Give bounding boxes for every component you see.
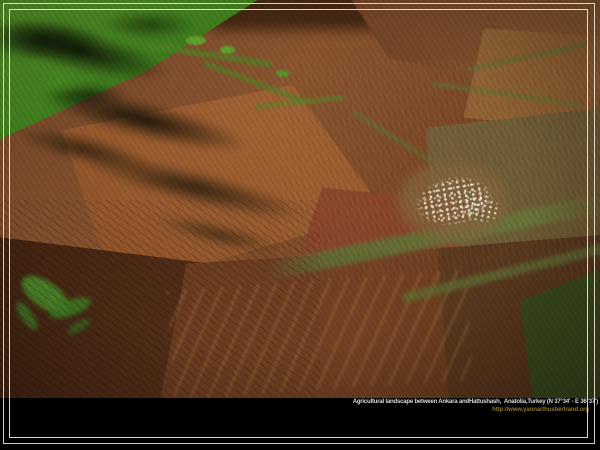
caption-block: Agricultural landscape between Ankara an… [353, 399, 598, 414]
aerial-photo [0, 0, 600, 398]
photo-caption: Agricultural landscape between Ankara an… [353, 399, 598, 406]
wallpaper-canvas: Agricultural landscape between Ankara an… [0, 0, 600, 450]
credit-url: http://www.yannarthusbertrand.org [353, 407, 598, 414]
vignette [0, 0, 600, 398]
